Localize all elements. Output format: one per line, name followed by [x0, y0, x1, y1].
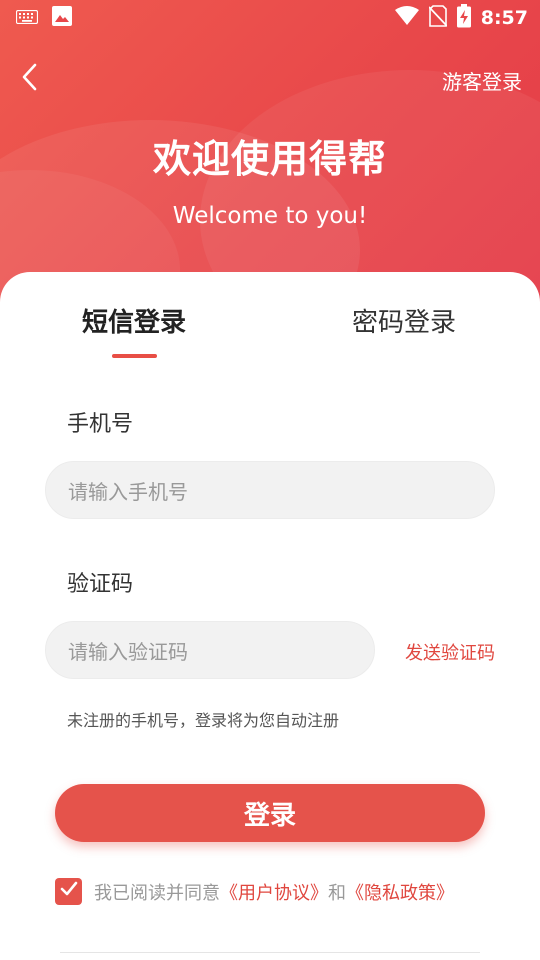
agreement-and: 和 [328, 882, 346, 904]
back-button[interactable] [12, 60, 46, 98]
login-card: 短信登录 密码登录 手机号 请输入手机号 验证码 请输入验证码 发送验证码 未注… [0, 272, 540, 960]
welcome-title: 欢迎使用得帮 [152, 137, 387, 181]
code-input-placeholder: 请输入验证码 [68, 639, 188, 664]
agreement-row: 我已阅读并同意 《用户协议》 和 《隐私政策》 [55, 878, 454, 905]
divider [60, 952, 480, 953]
keyboard-icon [15, 9, 39, 28]
welcome-subtitle: Welcome to you! [172, 203, 368, 229]
wifi-icon [394, 6, 419, 30]
image-icon [52, 6, 72, 30]
code-label: 验证码 [67, 572, 134, 597]
tab-password-login[interactable]: 密码登录 [352, 302, 456, 339]
chevron-left-icon [21, 63, 37, 95]
guest-login-button[interactable]: 游客登录 [442, 66, 522, 95]
privacy-policy-link[interactable]: 《隐私政策》 [346, 879, 454, 905]
tab-sms-login[interactable]: 短信登录 [82, 302, 186, 339]
active-tab-indicator [112, 354, 157, 358]
status-bar: 8:57 [0, 0, 540, 36]
phone-input-placeholder: 请输入手机号 [68, 479, 188, 504]
verification-code-input[interactable]: 请输入验证码 [45, 621, 375, 679]
agreement-checkbox[interactable] [55, 878, 82, 905]
agreement-prefix: 我已阅读并同意 [94, 882, 220, 904]
battery-charging-icon [456, 4, 471, 32]
login-button[interactable]: 登录 [55, 784, 485, 842]
auto-register-hint: 未注册的手机号，登录将为您自动注册 [67, 711, 340, 730]
no-sim-icon [428, 5, 448, 31]
status-clock: 8:57 [480, 7, 528, 29]
checkmark-icon [60, 881, 78, 902]
user-agreement-link[interactable]: 《用户协议》 [220, 879, 328, 905]
phone-label: 手机号 [67, 412, 134, 437]
phone-input[interactable]: 请输入手机号 [45, 461, 495, 519]
send-code-button[interactable]: 发送验证码 [405, 639, 495, 665]
